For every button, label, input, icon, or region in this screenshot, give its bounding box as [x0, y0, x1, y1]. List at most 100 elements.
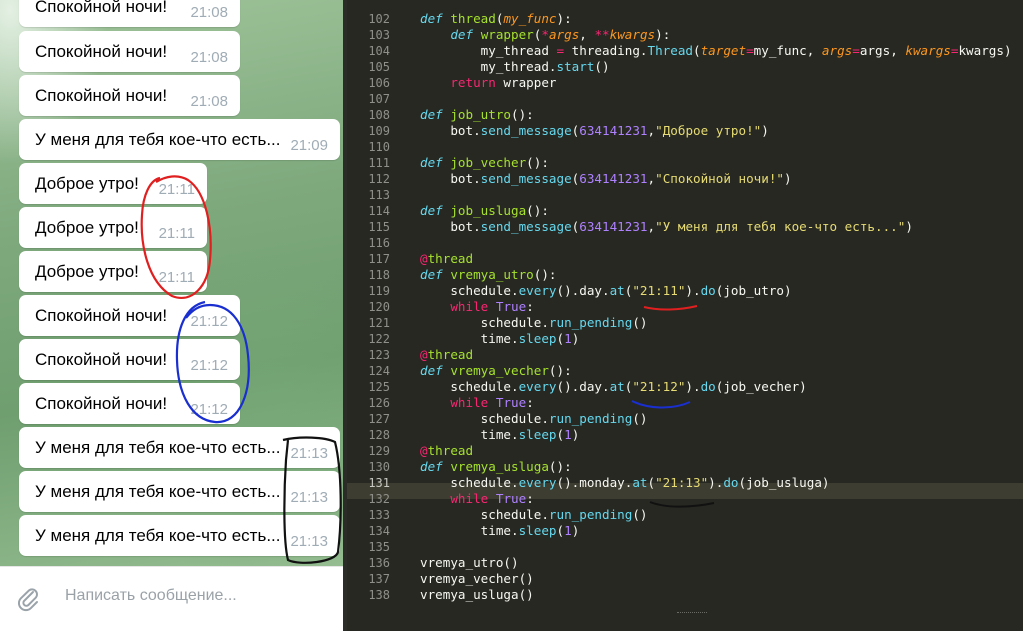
message-bubble[interactable]: У меня для тебя кое-что есть... 21:13 [19, 515, 340, 556]
message-bubble[interactable]: Доброе утро! 21:11 [19, 207, 207, 248]
message-time: 21:13 [290, 533, 328, 550]
paperclip-icon[interactable] [14, 584, 42, 612]
code-line[interactable]: my_thread = threading.Thread(target=my_f… [420, 43, 1012, 59]
string-literal: "Спокойной ночи!" [655, 171, 785, 186]
line-number: 107 [368, 92, 390, 106]
time-string-vecher: "21:12" [632, 379, 686, 394]
line-number: 102 [368, 12, 390, 26]
chat-pane: Спокойной ночи! 21:08 Спокойной ночи! 21… [0, 0, 343, 631]
message-time: 21:11 [158, 225, 195, 242]
message-text: У меня для тебя кое-что есть... [35, 526, 281, 545]
line-number: 109 [368, 124, 390, 138]
code-line[interactable]: schedule.run_pending() [420, 507, 648, 523]
line-number: 128 [368, 428, 390, 442]
code-line[interactable]: def thread(my_func): [420, 11, 572, 27]
code-line[interactable]: while True: [420, 491, 533, 507]
message-time: 21:11 [158, 181, 195, 198]
code-line[interactable]: def wrapper(*args, **kwargs): [420, 27, 670, 43]
code-line[interactable]: def job_vecher(): [420, 155, 549, 171]
line-number: 121 [368, 316, 390, 330]
chat-id-literal: 634141231 [579, 219, 648, 234]
line-number: 138 [368, 588, 390, 602]
code-line[interactable]: bot.send_message(634141231,"Доброе утро!… [420, 123, 769, 139]
line-number: 116 [368, 236, 390, 250]
message-bubble[interactable]: Доброе утро! 21:11 [19, 163, 207, 204]
message-bubble[interactable]: Доброе утро! 21:11 [19, 251, 207, 292]
message-text: У меня для тебя кое-что есть... [35, 482, 281, 501]
line-number: 104 [368, 44, 390, 58]
message-input[interactable]: Написать сообщение... [65, 587, 237, 605]
code-line[interactable]: schedule.run_pending() [420, 411, 648, 427]
message-bubble[interactable]: У меня для тебя кое-что есть... 21:09 [19, 119, 340, 160]
line-number: 118 [368, 268, 390, 282]
code-line[interactable]: bot.send_message(634141231,"У меня для т… [420, 219, 913, 235]
message-time: 21:12 [190, 357, 228, 374]
line-number: 130 [368, 460, 390, 474]
line-number: 105 [368, 60, 390, 74]
message-time: 21:09 [290, 137, 328, 154]
code-line[interactable]: vremya_utro() [420, 555, 519, 571]
message-time: 21:12 [190, 401, 228, 418]
code-line[interactable]: schedule.every().monday.at("21:13").do(j… [420, 475, 829, 491]
message-time: 21:08 [190, 93, 228, 110]
message-text: Доброе утро! [35, 262, 139, 281]
code-line[interactable]: time.sleep(1) [420, 427, 580, 443]
code-line[interactable]: schedule.every().day.at("21:11").do(job_… [420, 283, 791, 299]
line-number: 112 [368, 172, 390, 186]
line-number: 132 [368, 492, 390, 506]
message-composer[interactable]: Написать сообщение... [0, 566, 343, 631]
line-number: 131 [368, 476, 390, 490]
message-text: Спокойной ночи! [35, 42, 168, 61]
line-number: 125 [368, 380, 390, 394]
message-text: У меня для тебя кое-что есть... [35, 438, 281, 457]
line-number: 110 [368, 140, 390, 154]
code-line[interactable]: schedule.every().day.at("21:12").do(job_… [420, 379, 806, 395]
code-line[interactable]: while True: [420, 395, 533, 411]
chat-id-literal: 634141231 [579, 171, 648, 186]
scroll-indicator[interactable] [677, 612, 707, 619]
line-number: 114 [368, 204, 390, 218]
code-line[interactable]: bot.send_message(634141231,"Спокойной но… [420, 171, 791, 187]
message-text: Спокойной ночи! [35, 350, 168, 369]
code-line[interactable]: def vremya_usluga(): [420, 459, 572, 475]
code-line[interactable]: def job_utro(): [420, 107, 534, 123]
code-line[interactable]: @thread [420, 347, 473, 363]
code-line[interactable]: vremya_usluga() [420, 587, 534, 603]
code-line[interactable]: def vremya_vecher(): [420, 363, 572, 379]
code-line[interactable]: time.sleep(1) [420, 523, 580, 539]
line-number: 127 [368, 412, 390, 426]
code-line[interactable]: while True: [420, 299, 533, 315]
message-time: 21:08 [190, 4, 228, 21]
line-number: 129 [368, 444, 390, 458]
line-number: 122 [368, 332, 390, 346]
chat-id-literal: 634141231 [579, 123, 648, 138]
code-line[interactable]: schedule.run_pending() [420, 315, 648, 331]
message-bubble[interactable]: Спокойной ночи! 21:08 [19, 75, 240, 116]
message-bubble[interactable]: У меня для тебя кое-что есть... 21:13 [19, 427, 340, 468]
code-editor[interactable]: 102 103 104 105 106 107 108 109 110 111 112 113 114 1… [347, 0, 1023, 631]
code-line[interactable]: return wrapper [420, 75, 556, 91]
message-text: Доброе утро! [35, 218, 139, 237]
code-line[interactable]: def vremya_utro(): [420, 267, 557, 283]
message-text: Доброе утро! [35, 174, 139, 193]
code-line[interactable]: @thread [420, 251, 473, 267]
string-literal: "У меня для тебя кое-что есть..." [655, 219, 906, 234]
line-number: 111 [368, 156, 390, 170]
code-line[interactable]: my_thread.start() [420, 59, 610, 75]
code-line[interactable]: vremya_vecher() [420, 571, 534, 587]
code-line[interactable]: time.sleep(1) [420, 331, 580, 347]
line-number: 137 [368, 572, 390, 586]
string-literal: "Доброе утро!" [655, 123, 762, 138]
message-bubble[interactable]: Спокойной ночи! 21:08 [19, 0, 240, 27]
message-text: У меня для тебя кое-что есть... [35, 130, 281, 149]
line-number: 117 [368, 252, 390, 266]
line-number: 119 [368, 284, 390, 298]
message-bubble[interactable]: Спокойной ночи! 21:12 [19, 383, 240, 424]
message-bubble[interactable]: Спокойной ночи! 21:08 [19, 31, 240, 72]
message-bubble[interactable]: Спокойной ночи! 21:12 [19, 295, 240, 336]
code-line[interactable]: def job_usluga(): [420, 203, 549, 219]
code-line[interactable]: @thread [420, 443, 473, 459]
message-bubble[interactable]: У меня для тебя кое-что есть... 21:13 [19, 471, 340, 512]
message-bubble[interactable]: Спокойной ночи! 21:12 [19, 339, 240, 380]
message-time: 21:13 [290, 489, 328, 506]
